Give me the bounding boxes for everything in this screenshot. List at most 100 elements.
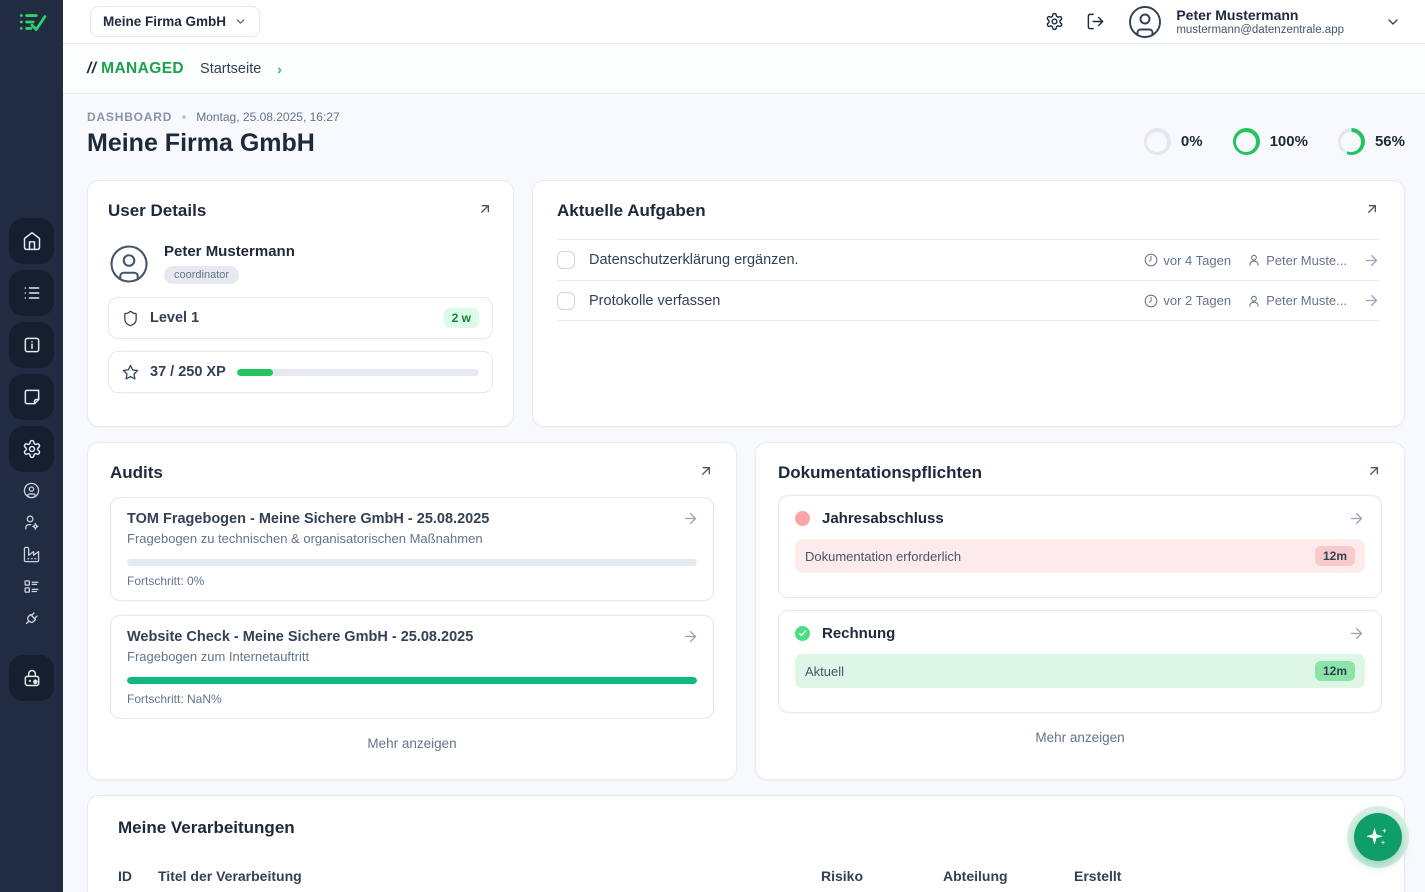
task-label[interactable]: Datenschutzerklärung ergänzen. (589, 252, 799, 268)
user-gear-icon[interactable] (23, 514, 40, 531)
arrow-right-icon[interactable] (1363, 292, 1380, 309)
task-time-label: vor 2 Tagen (1163, 293, 1231, 308)
user-info: Peter Mustermann mustermann@datenzentral… (1176, 7, 1344, 37)
doc-status-label: Aktuell (805, 664, 844, 679)
xp-label: 37 / 250 XP (150, 364, 226, 380)
task-list: Datenschutzerklärung ergänzen. vor 4 Tag… (557, 239, 1380, 321)
sidebar-nav-secondary (23, 482, 40, 627)
gear-icon (22, 439, 42, 459)
sparkles-icon (1367, 826, 1389, 848)
lock-gear-icon (22, 668, 42, 688)
user-menu[interactable]: Peter Mustermann mustermann@datenzentral… (1127, 4, 1401, 40)
task-checkbox[interactable] (557, 251, 575, 269)
task-row: Protokolle verfassen vor 2 Tagen Peter M… (557, 280, 1380, 321)
sidebar-item-notes[interactable] (9, 374, 54, 420)
progress-rings: 0% 100% 56% (1144, 128, 1405, 155)
person-icon (1247, 253, 1261, 267)
audit-subtitle: Fragebogen zu technischen & organisatori… (127, 531, 697, 546)
sidebar-nav-bottom (9, 655, 54, 701)
column-department: Abteilung (943, 868, 1056, 884)
audit-title: TOM Fragebogen - Meine Sichere GmbH - 25… (127, 511, 697, 527)
open-link-icon[interactable] (698, 463, 714, 479)
brand-logo-text: // MANAGED (87, 60, 184, 78)
assistant-fab-button[interactable] (1354, 813, 1402, 861)
task-time: vor 2 Tagen (1144, 293, 1231, 308)
factory-icon[interactable] (23, 546, 40, 563)
breadcrumb: // MANAGED Startseite › (63, 44, 1425, 94)
processings-card: Meine Verarbeitungen ID Titel der Verarb… (87, 795, 1405, 892)
doc-duration-badge: 12m (1315, 661, 1355, 681)
column-title: Titel der Verarbeitung (158, 868, 803, 884)
brand-name: MANAGED (101, 60, 184, 77)
dot-separator (182, 115, 186, 119)
documentation-more-link[interactable]: Mehr anzeigen (778, 730, 1382, 745)
task-assignee-label: Peter Muste... (1266, 293, 1347, 308)
audit-item[interactable]: TOM Fragebogen - Meine Sichere GmbH - 25… (110, 497, 714, 601)
sidebar-nav-main (9, 218, 54, 472)
list-icon (22, 283, 42, 303)
audit-progress-label: Fortschritt: 0% (127, 574, 697, 588)
top-bar: Meine Firma GmbH Peter Mustermann muster… (63, 0, 1425, 44)
card-title: Aktuelle Aufgaben (557, 201, 706, 221)
column-id: ID (118, 868, 140, 884)
page-title: Meine Firma GmbH (87, 129, 340, 158)
audits-card: Audits TOM Fragebogen - Meine Sichere Gm… (87, 442, 737, 780)
sidebar-item-home[interactable] (9, 218, 54, 264)
doc-item[interactable]: Jahresabschluss Dokumentation erforderli… (778, 495, 1382, 598)
brand-prefix: // (87, 60, 96, 77)
open-link-icon[interactable] (1366, 463, 1382, 479)
task-label[interactable]: Protokolle verfassen (589, 293, 720, 309)
breadcrumb-page[interactable]: Startseite (200, 61, 261, 77)
open-link-icon[interactable] (477, 201, 493, 217)
doc-status-row: Aktuell 12m (795, 654, 1365, 688)
app-logo-icon[interactable] (0, 0, 63, 44)
xp-progressbar (237, 369, 479, 376)
ring-group-2: 100% (1233, 128, 1308, 155)
card-title: User Details (108, 201, 206, 221)
role-badge: coordinator (164, 266, 239, 284)
arrow-right-icon[interactable] (1348, 510, 1365, 527)
sidebar-item-admin[interactable] (9, 655, 54, 701)
doc-status-row: Dokumentation erforderlich 12m (795, 539, 1365, 573)
chevron-right-icon: › (277, 61, 282, 77)
audits-more-link[interactable]: Mehr anzeigen (110, 736, 714, 751)
xp-row: 37 / 250 XP (108, 351, 493, 393)
audit-subtitle: Fragebogen zum Internetauftritt (127, 649, 697, 664)
arrow-right-icon[interactable] (1348, 625, 1365, 642)
arrow-right-icon[interactable] (682, 628, 699, 645)
table-header: ID Titel der Verarbeitung Risiko Abteilu… (118, 868, 1374, 884)
card-title: Meine Verarbeitungen (118, 818, 1374, 838)
logout-icon[interactable] (1086, 12, 1105, 31)
plug-icon[interactable] (23, 610, 40, 627)
page-head: DASHBOARD Montag, 25.08.2025, 16:27 Mein… (87, 110, 1405, 158)
sidebar-item-info[interactable] (9, 322, 54, 368)
audit-item[interactable]: Website Check - Meine Sichere GmbH - 25.… (110, 615, 714, 719)
open-link-icon[interactable] (1364, 201, 1380, 217)
layout-list-icon[interactable] (23, 578, 40, 595)
sidebar-item-settings[interactable] (9, 426, 54, 472)
audit-progressbar (127, 559, 697, 566)
info-square-icon (22, 335, 42, 355)
doc-item[interactable]: Rechnung Aktuell 12m (778, 610, 1382, 713)
home-icon (22, 231, 42, 251)
sidebar (0, 0, 63, 892)
ring-label: 56% (1375, 133, 1405, 150)
audit-progress-label: Fortschritt: NaN% (127, 692, 697, 706)
person-icon (1247, 294, 1261, 308)
arrow-right-icon[interactable] (1363, 252, 1380, 269)
level-row[interactable]: Level 1 2 w (108, 297, 493, 339)
task-checkbox[interactable] (557, 292, 575, 310)
clock-icon (1144, 253, 1158, 267)
arrow-right-icon[interactable] (682, 510, 699, 527)
company-selector[interactable]: Meine Firma GmbH (90, 6, 260, 37)
task-time-label: vor 4 Tagen (1163, 253, 1231, 268)
page-date: Montag, 25.08.2025, 16:27 (196, 110, 339, 124)
settings-gear-icon[interactable] (1045, 12, 1064, 31)
star-icon (122, 364, 139, 381)
user-circle-icon[interactable] (23, 482, 40, 499)
chevron-down-icon (234, 15, 247, 28)
avatar (108, 243, 150, 285)
xp-progress-fill (237, 369, 273, 376)
user-email: mustermann@datenzentrale.app (1176, 24, 1344, 36)
sidebar-item-tasks[interactable] (9, 270, 54, 316)
